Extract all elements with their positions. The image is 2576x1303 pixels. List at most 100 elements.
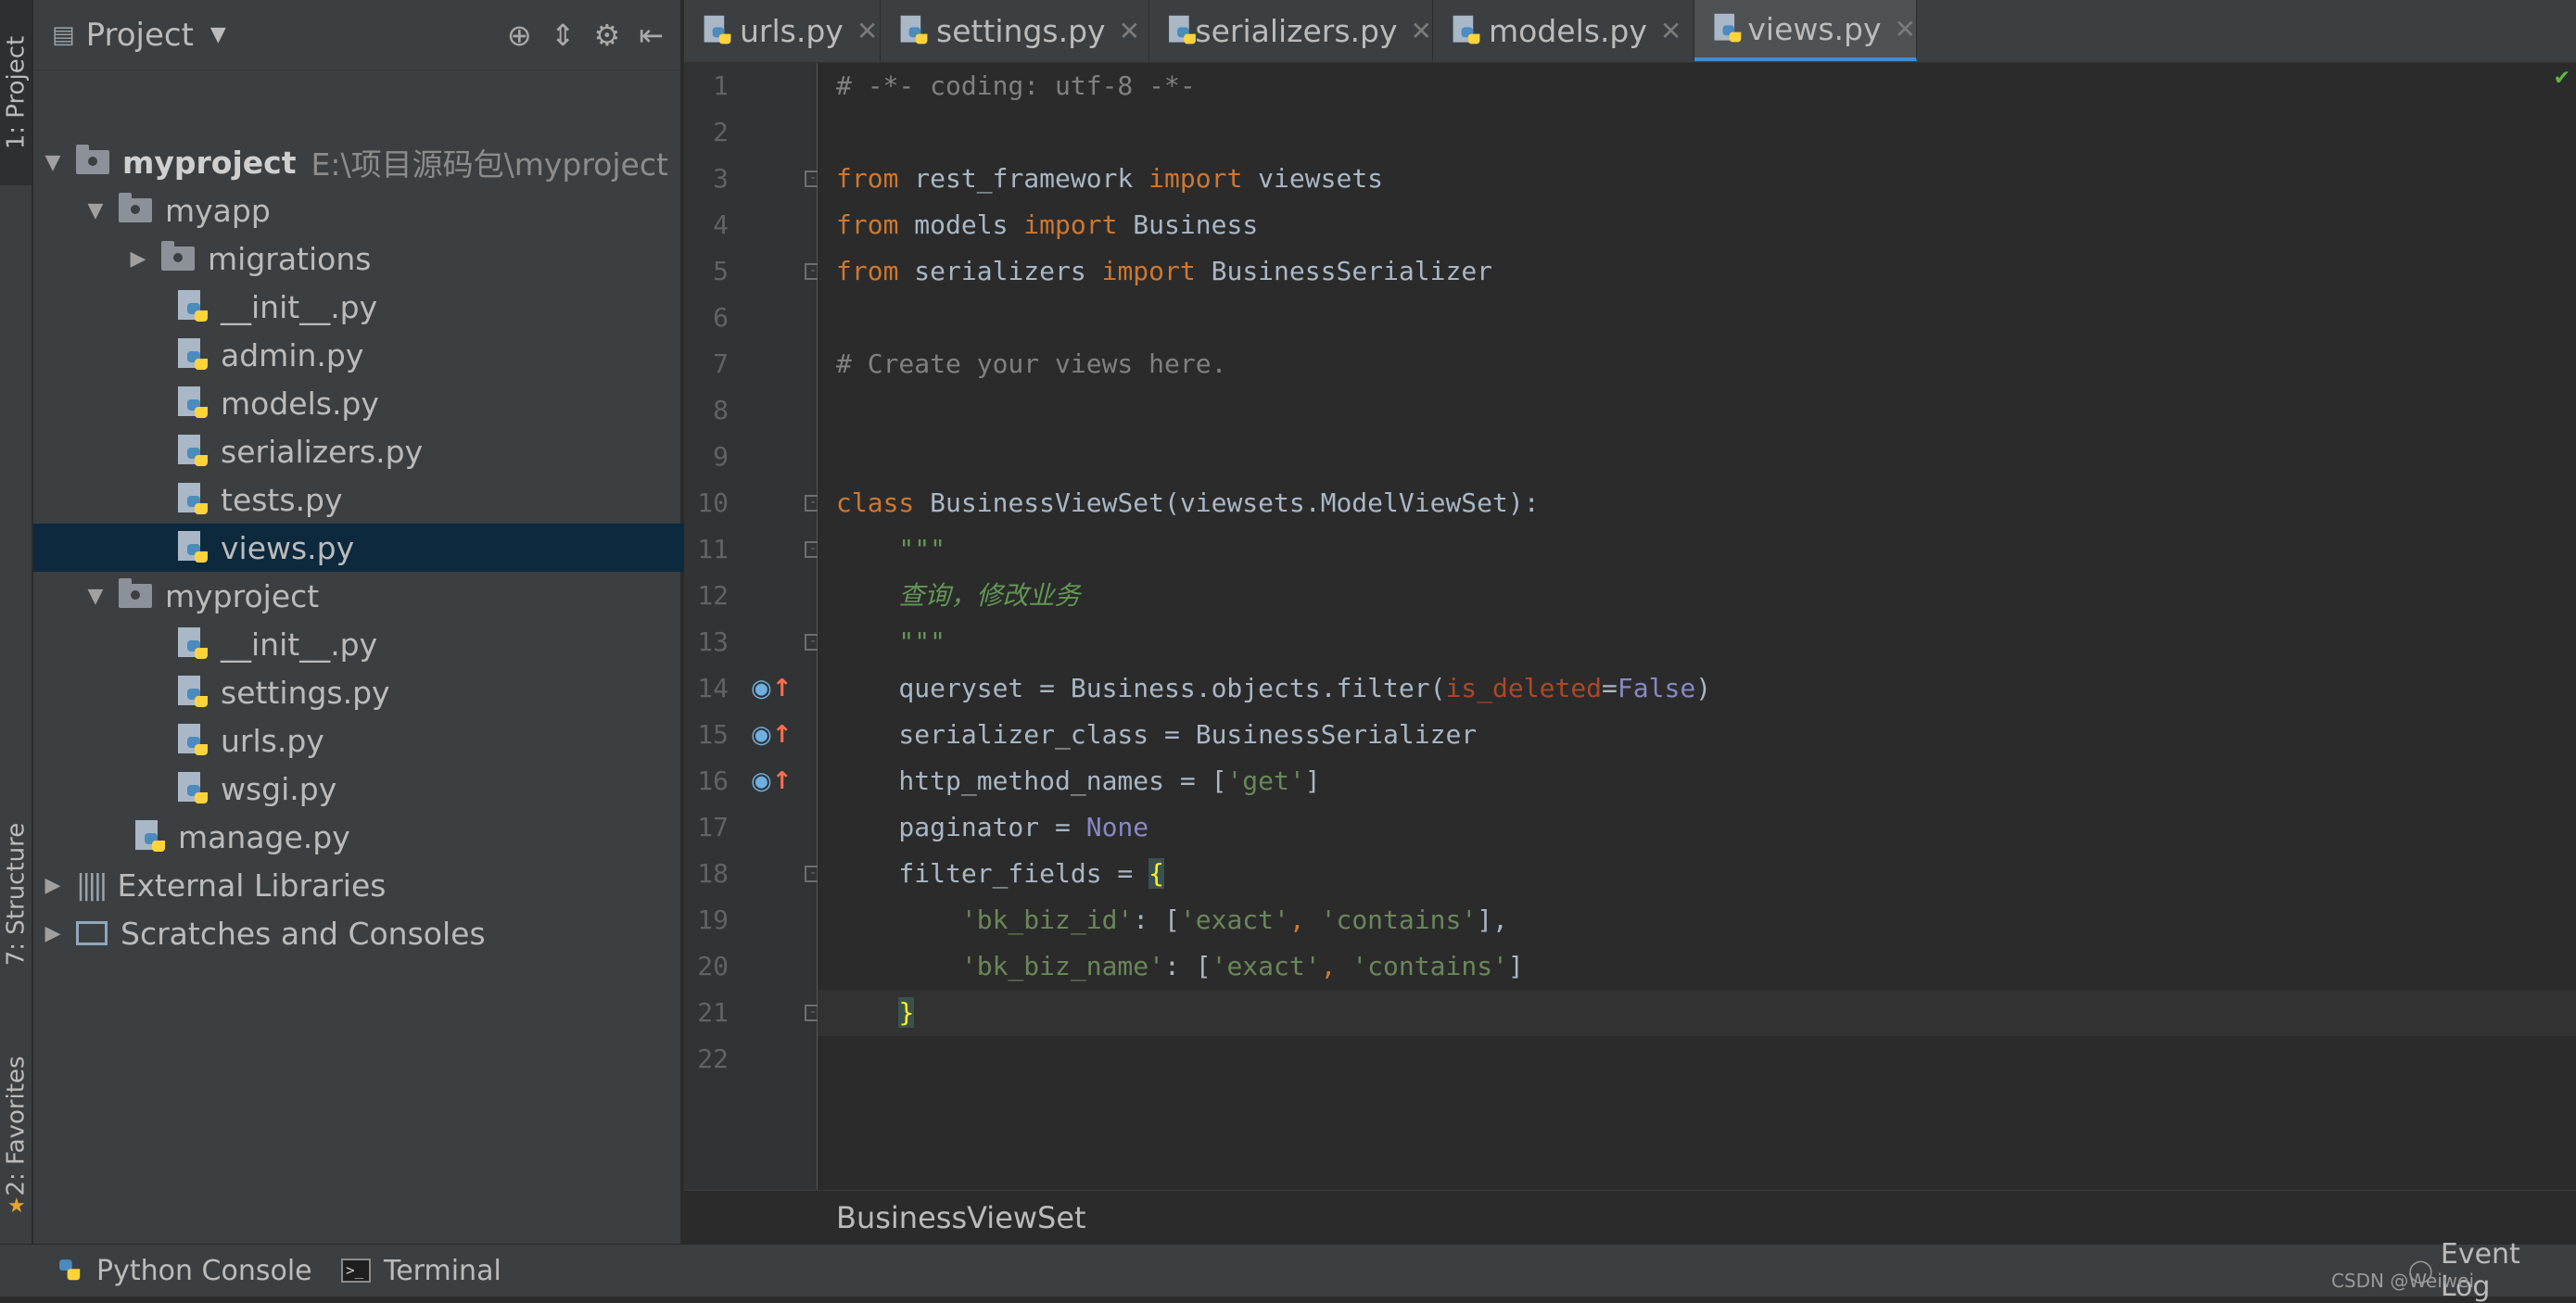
code-line-1: # -*- coding: utf-8 -*-: [836, 63, 1196, 109]
line-number: 17: [697, 812, 729, 842]
module: rest_framework: [898, 163, 1149, 194]
tree-label: serializers.py: [221, 433, 424, 470]
tree-path: E:\项目源码包\myproject: [311, 146, 668, 183]
tree-row-external-libraries[interactable]: ▶ ||||| External Libraries: [33, 861, 688, 909]
chevron-down-icon[interactable]: ▼: [210, 23, 226, 46]
scratches-console-icon: [76, 921, 108, 945]
tree-label: urls.py: [221, 722, 324, 759]
tab-serializers-py[interactable]: serializers.py ✕: [1149, 0, 1433, 61]
code-text: queryset = Business.objects.filter(: [836, 673, 1446, 703]
folder-icon: [76, 145, 109, 174]
breadcrumb[interactable]: BusinessViewSet: [684, 1190, 2576, 1244]
tab-views-py[interactable]: views.py ✕: [1694, 0, 1917, 61]
line-number: 18: [697, 858, 729, 889]
terminal-button[interactable]: >_ Terminal: [341, 1245, 501, 1297]
expand-arrow-icon[interactable]: ▼: [41, 151, 65, 174]
line-number: 22: [697, 1044, 729, 1074]
python-file-icon: [1714, 13, 1742, 44]
tab-label: urls.py: [740, 12, 844, 49]
keyword: import: [1148, 163, 1243, 194]
tab-settings-py[interactable]: settings.py ✕: [881, 0, 1149, 61]
hide-panel-icon[interactable]: ⇤: [639, 18, 664, 53]
breadcrumb-item[interactable]: BusinessViewSet: [836, 1200, 1086, 1235]
code-text: paginator =: [836, 812, 1086, 842]
string: 'bk_biz_name': [960, 951, 1165, 981]
tree-label: __init__.py: [221, 626, 378, 663]
param-name: is_deleted: [1445, 673, 1603, 703]
string: 'exact': [1179, 905, 1289, 935]
line-number: 7: [713, 348, 729, 379]
gear-icon[interactable]: ⚙: [594, 18, 621, 53]
python-file-icon: [178, 338, 208, 372]
paren: ): [1695, 673, 1712, 703]
tree-row-myproject-package[interactable]: ▼ myproject: [33, 572, 730, 620]
python-file-icon: [178, 531, 208, 564]
string: 'contains': [1351, 951, 1508, 981]
override-marker-icon[interactable]: ◉↑: [751, 665, 792, 712]
tree-row-migrations[interactable]: ▶ migrations: [33, 234, 773, 283]
project-tool-tab[interactable]: 1: Project: [0, 0, 32, 185]
close-icon[interactable]: ✕: [1119, 16, 1140, 46]
override-marker-icon[interactable]: ◉↑: [751, 758, 792, 804]
python-file-icon: [178, 435, 208, 468]
class-declaration: BusinessViewSet(viewsets.ModelViewSet):: [914, 487, 1540, 518]
code-text: : [: [1133, 905, 1180, 935]
current-line-highlight: [818, 990, 2576, 1036]
tab-urls-py[interactable]: urls.py ✕: [684, 0, 881, 61]
close-icon[interactable]: ✕: [1660, 16, 1681, 46]
collapse-all-icon[interactable]: ⇕: [551, 18, 576, 53]
code-text: ]: [1507, 951, 1524, 981]
python-file-icon: [178, 676, 208, 709]
line-number: 3: [713, 163, 729, 194]
code-line-11: """: [836, 534, 946, 564]
tree-row-scratches[interactable]: ▶ Scratches and Consoles: [33, 909, 688, 957]
identifier: Business: [1117, 209, 1259, 240]
python-console-button[interactable]: Python Console: [56, 1245, 312, 1297]
python-file-icon: [178, 627, 208, 661]
check-icon: ✔: [2553, 67, 2570, 90]
python-console-label: Python Console: [96, 1254, 312, 1287]
folder-icon: [119, 578, 152, 608]
tree-row-myproject-root[interactable]: ▼ myproject E:\项目源码包\myproject: [33, 138, 688, 186]
tree-label: models.py: [221, 385, 379, 422]
keyword: from: [836, 256, 899, 286]
locate-target-icon[interactable]: ⊕: [507, 18, 532, 53]
close-icon[interactable]: ✕: [1411, 16, 1432, 46]
expand-arrow-icon[interactable]: ▼: [83, 199, 108, 222]
python-file-icon: [178, 772, 208, 805]
module: models: [898, 209, 1024, 240]
code-editor[interactable]: # -*- coding: utf-8 -*- from rest_framew…: [818, 63, 2576, 1190]
collapse-arrow-icon[interactable]: ▶: [126, 247, 150, 271]
line-number: 5: [713, 256, 729, 286]
identifier: BusinessSerializer: [1195, 256, 1493, 286]
line-number: 16: [697, 765, 729, 796]
collapse-arrow-icon[interactable]: ▶: [41, 874, 65, 897]
project-panel-title[interactable]: Project: [86, 17, 194, 54]
python-file-icon: [900, 15, 928, 45]
keyword: import: [1023, 209, 1118, 240]
close-icon[interactable]: ✕: [857, 16, 878, 46]
tree-row-manage-py[interactable]: manage.py: [33, 813, 771, 861]
structure-tool-tab[interactable]: 7: Structure: [0, 797, 32, 992]
tree-label: views.py: [221, 529, 355, 566]
code-line-14: queryset = Business.objects.filter(is_de…: [836, 665, 1711, 712]
project-panel: ▤ Project ▼ ⊕ ⇕ ⚙ ⇤ ▼ myproject E:\项目源码包…: [33, 0, 814, 1244]
python-file-icon: [178, 386, 208, 420]
python-file-icon: [178, 483, 208, 516]
code-line-13: """: [836, 626, 946, 657]
expand-arrow-icon[interactable]: ▼: [83, 585, 108, 608]
close-icon[interactable]: ✕: [1895, 14, 1916, 44]
comma: ,: [1320, 951, 1352, 981]
tree-label: myapp: [165, 192, 271, 229]
matched-brace: }: [898, 997, 915, 1028]
collapse-arrow-icon[interactable]: ▶: [41, 922, 65, 945]
tab-models-py[interactable]: models.py ✕: [1433, 0, 1694, 61]
code-line-20: 'bk_biz_name': ['exact', 'contains']: [836, 943, 1524, 990]
code-line-4: from models import Business: [836, 202, 1258, 248]
string: 'contains': [1320, 905, 1478, 935]
override-marker-icon[interactable]: ◉↑: [751, 712, 792, 758]
tree-label: admin.py: [221, 336, 364, 373]
tab-label: views.py: [1747, 10, 1882, 47]
tree-row-myapp[interactable]: ▼ myapp: [33, 186, 730, 234]
favorites-tool-tab[interactable]: 2: Favorites ★: [0, 1029, 32, 1223]
